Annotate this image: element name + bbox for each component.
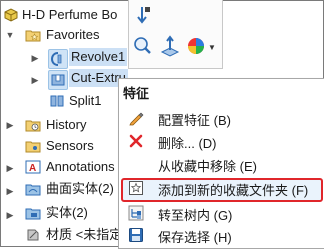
revolve-feature-icon	[48, 49, 68, 69]
collapse-arrow-icon[interactable]: ▶	[30, 74, 40, 86]
collapse-arrow-icon[interactable]: ▶	[5, 209, 15, 221]
part-icon	[3, 7, 19, 23]
collapse-arrow-icon[interactable]: ▶	[5, 162, 15, 174]
tree-solid-bodies-label[interactable]: 实体(2)	[46, 204, 88, 222]
sensors-folder-icon	[25, 138, 41, 154]
cut-extrude-feature-icon	[48, 70, 68, 90]
tree-root-label[interactable]: H-D Perfume Bo	[22, 6, 117, 24]
tree-material-label[interactable]: 材质 <未指定	[46, 226, 122, 244]
rollback-icon[interactable]	[131, 4, 153, 26]
tree-annotations-label[interactable]: Annotations	[46, 158, 115, 176]
configure-feature-icon	[128, 110, 144, 126]
tree-history-label[interactable]: History	[46, 116, 86, 134]
tree-sensors-label[interactable]: Sensors	[46, 137, 94, 155]
tree-favorites-label[interactable]: Favorites	[46, 26, 99, 44]
context-menu: 特征 配置特征 (B) 删除... (D) 从收藏中移除 (E) 添加到新的收藏…	[118, 78, 324, 249]
context-menu-title: 特征	[123, 86, 150, 101]
menu-item-go-to-tree[interactable]: 转至树内 (G)	[120, 202, 322, 224]
collapse-arrow-icon[interactable]: ▶	[5, 119, 15, 131]
material-icon	[25, 227, 41, 243]
delete-x-icon	[128, 133, 144, 149]
context-toolbar: ▼	[128, 0, 223, 69]
save-selection-icon	[128, 227, 144, 243]
menu-item-configure-feature[interactable]: 配置特征 (B)	[120, 107, 322, 129]
menu-item-save-selection[interactable]: 保存选择 (H)	[120, 224, 322, 246]
solid-bodies-folder-icon	[25, 205, 41, 221]
menu-item-remove-from-favorites[interactable]: 从收藏中移除 (E)	[120, 153, 322, 175]
tree-surface-bodies-label[interactable]: 曲面实体(2)	[46, 180, 114, 198]
annotations-icon: A	[25, 159, 41, 175]
surface-bodies-folder-icon	[25, 181, 41, 197]
zoom-to-selection-icon[interactable]	[131, 35, 153, 57]
tree-split-label[interactable]: Split1	[69, 92, 102, 110]
dropdown-arrow-icon[interactable]: ▼	[208, 43, 216, 52]
svg-text:A: A	[29, 163, 36, 174]
history-folder-icon	[25, 117, 41, 133]
menu-item-delete[interactable]: 删除... (D)	[120, 130, 322, 152]
tree-revolve-label[interactable]: Revolve1	[69, 48, 128, 66]
collapse-arrow-icon[interactable]: ▶	[5, 185, 15, 197]
add-to-favorites-folder-icon	[128, 180, 144, 196]
split-feature-icon	[49, 93, 65, 109]
appearance-icon[interactable]	[185, 35, 207, 57]
normal-to-icon[interactable]	[159, 35, 181, 57]
expand-arrow-icon[interactable]: ▼	[5, 29, 15, 41]
favorites-folder-icon	[25, 27, 41, 43]
collapse-arrow-icon[interactable]: ▶	[30, 52, 40, 64]
go-to-tree-icon	[128, 205, 144, 221]
menu-item-add-to-new-favorites-folder[interactable]: 添加到新的收藏文件夹 (F)	[120, 177, 322, 199]
